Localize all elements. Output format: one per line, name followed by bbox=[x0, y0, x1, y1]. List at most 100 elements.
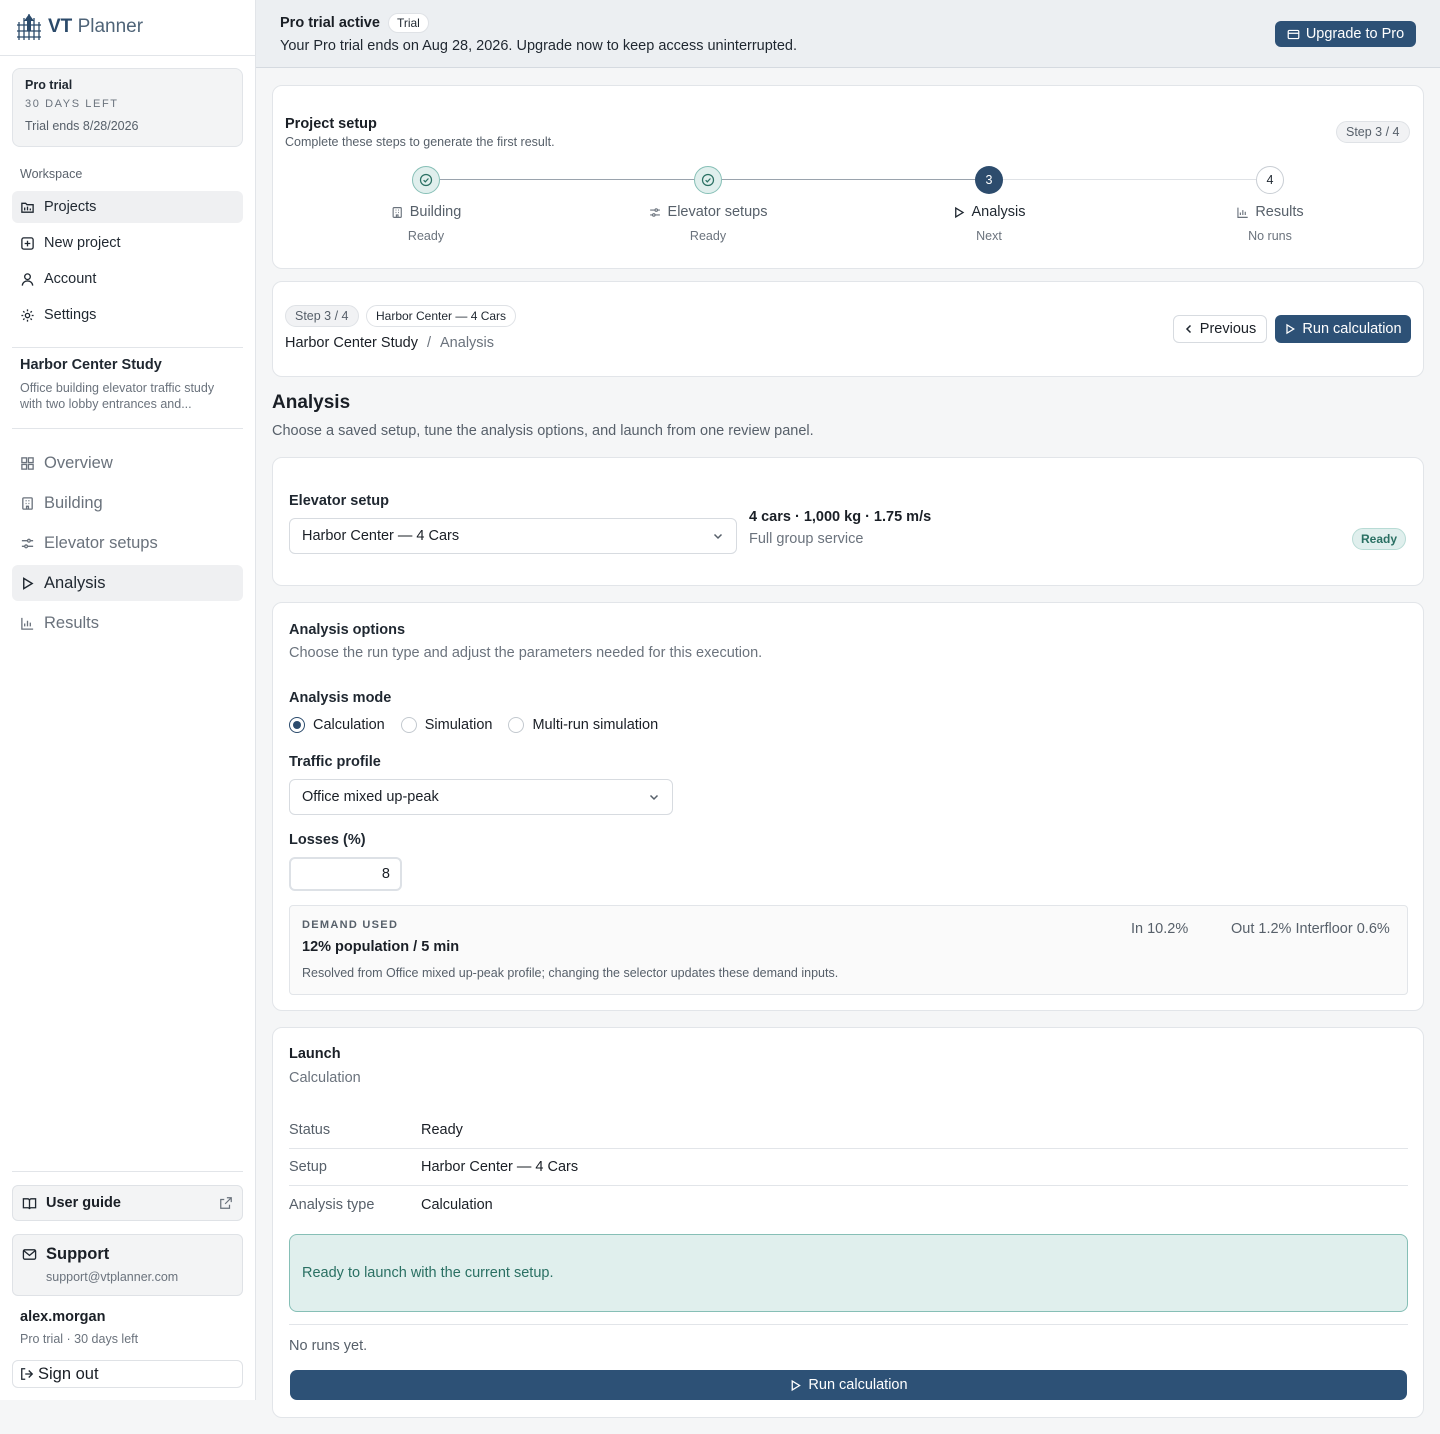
sidebar-item-new-project[interactable]: New project bbox=[12, 227, 243, 259]
sidebar-item-label: Elevator setups bbox=[44, 533, 158, 552]
launch-card: Launch Calculation Status Ready Setup Ha… bbox=[272, 1027, 1424, 1418]
elevator-setup-select[interactable]: Harbor Center — 4 Cars bbox=[289, 518, 737, 554]
mode-simulation-radio[interactable]: Simulation bbox=[400, 717, 492, 733]
support-card[interactable]: Support support@vtplanner.com bbox=[12, 1234, 243, 1296]
previous-button[interactable]: Previous bbox=[1173, 315, 1267, 343]
step-badge: Step 3 / 4 bbox=[1336, 121, 1410, 143]
user-name: alex.morgan bbox=[20, 1309, 106, 1325]
logo-icon bbox=[17, 14, 41, 40]
step-building-circle[interactable] bbox=[412, 166, 440, 194]
building-icon bbox=[392, 206, 402, 218]
trial-card: Pro trial 30 DAYS LEFT Trial ends 8/28/2… bbox=[12, 68, 243, 147]
context-bar: Step 3 / 4 Harbor Center — 4 Cars Harbor… bbox=[272, 281, 1424, 377]
breadcrumb: Harbor Center Study / Analysis bbox=[285, 335, 494, 351]
project-description: Office building elevator traffic study w… bbox=[20, 381, 215, 411]
radio-button[interactable] bbox=[400, 717, 417, 733]
sidebar-item-elevator-setups[interactable]: Elevator setups bbox=[12, 525, 243, 561]
external-link-icon bbox=[220, 1197, 232, 1209]
sidebar: VT Planner Pro trial 30 DAYS LEFT Trial … bbox=[0, 0, 256, 1400]
divider bbox=[289, 1324, 1408, 1325]
row-value: Ready bbox=[421, 1122, 463, 1138]
app-logo[interactable]: VT Planner bbox=[16, 12, 143, 42]
step-label-text: Analysis bbox=[971, 204, 1026, 220]
step-results-status: No runs bbox=[1248, 229, 1292, 243]
step-analysis-status: Next bbox=[976, 229, 1002, 243]
context-setup-badge: Harbor Center — 4 Cars bbox=[366, 305, 517, 327]
play-icon bbox=[23, 576, 34, 590]
setup-title: Project setup bbox=[285, 116, 377, 132]
gear-icon bbox=[21, 308, 34, 322]
elevator-setup-value: Harbor Center — 4 Cars bbox=[302, 528, 460, 544]
trial-banner: Pro trial active Trial Your Pro trial en… bbox=[256, 0, 1440, 68]
sidebar-item-projects[interactable]: Projects bbox=[12, 191, 243, 223]
sidebar-item-building[interactable]: Building bbox=[12, 485, 243, 521]
building-icon bbox=[22, 496, 33, 510]
trial-ends: Trial ends 8/28/2026 bbox=[25, 119, 139, 133]
bar-chart-icon bbox=[1237, 207, 1248, 218]
launch-title: Launch bbox=[289, 1046, 341, 1062]
breadcrumb-project[interactable]: Harbor Center Study bbox=[285, 335, 418, 351]
user-plan: Pro trial · 30 days left bbox=[20, 1332, 139, 1346]
breadcrumb-current: Analysis bbox=[440, 335, 495, 351]
radio-button[interactable] bbox=[508, 717, 525, 733]
bar-chart-icon bbox=[21, 617, 34, 630]
launch-subtitle: Calculation bbox=[289, 1070, 361, 1086]
step-elevator-label[interactable]: Elevator setups bbox=[649, 204, 768, 220]
sliders-icon bbox=[21, 538, 34, 548]
project-title: Harbor Center Study bbox=[20, 357, 162, 373]
play-icon bbox=[792, 1379, 802, 1391]
losses-input[interactable]: 8 bbox=[289, 857, 402, 891]
step-label-text: Elevator setups bbox=[667, 204, 768, 220]
radio-label: Calculation bbox=[313, 717, 385, 733]
user-icon bbox=[21, 272, 34, 286]
sidebar-item-overview[interactable]: Overview bbox=[12, 445, 243, 481]
upgrade-button[interactable]: Upgrade to Pro bbox=[1275, 21, 1416, 47]
previous-label: Previous bbox=[1199, 321, 1257, 337]
sidebar-item-label: Results bbox=[44, 613, 100, 632]
losses-label: Losses (%) bbox=[289, 832, 366, 848]
demand-value: 12% population / 5 min bbox=[302, 939, 460, 955]
elevator-setup-label: Elevator setup bbox=[289, 493, 389, 509]
trial-days-left: 30 DAYS LEFT bbox=[25, 98, 119, 110]
step-results-label[interactable]: Results bbox=[1236, 204, 1304, 220]
sidebar-item-label: Account bbox=[44, 271, 97, 287]
support-email[interactable]: support@vtplanner.com bbox=[46, 1270, 233, 1284]
sidebar-item-analysis[interactable]: Analysis bbox=[12, 565, 243, 601]
stepper-line bbox=[440, 179, 694, 180]
chevron-down-icon bbox=[649, 794, 659, 801]
banner-message: Your Pro trial ends on Aug 28, 2026. Upg… bbox=[280, 38, 797, 54]
user-guide-link[interactable]: User guide bbox=[12, 1185, 243, 1221]
step-results-circle[interactable]: 4 bbox=[1256, 166, 1284, 194]
step-label-text: Building bbox=[409, 204, 462, 220]
logo-bold: VT bbox=[48, 16, 73, 37]
run-calculation-button-top[interactable]: Run calculation bbox=[1275, 315, 1411, 343]
run-calculation-button[interactable]: Run calculation bbox=[290, 1370, 1407, 1400]
mode-calculation-radio[interactable]: Calculation bbox=[289, 717, 385, 733]
radio-button[interactable] bbox=[289, 717, 305, 733]
sidebar-item-settings[interactable]: Settings bbox=[12, 299, 243, 331]
step-building-label[interactable]: Building bbox=[391, 204, 462, 220]
status-badge: Ready bbox=[1352, 528, 1407, 550]
step-analysis-label[interactable]: Analysis bbox=[953, 204, 1026, 220]
mode-multirun-radio[interactable]: Multi-run simulation bbox=[508, 717, 658, 733]
elevator-service: Full group service bbox=[749, 531, 864, 547]
traffic-profile-value: Office mixed up-peak bbox=[302, 789, 439, 805]
credit-card-icon bbox=[1287, 29, 1300, 39]
chevron-left-icon bbox=[1185, 324, 1191, 334]
sign-out-button[interactable]: Sign out bbox=[12, 1360, 243, 1388]
traffic-profile-select[interactable]: Office mixed up-peak bbox=[289, 779, 673, 815]
sidebar-item-results[interactable]: Results bbox=[12, 605, 243, 641]
sidebar-item-account[interactable]: Account bbox=[12, 263, 243, 295]
run-label: Run calculation bbox=[808, 1377, 908, 1393]
check-circle-icon bbox=[419, 173, 433, 187]
trial-title: Pro trial bbox=[25, 78, 73, 92]
sidebar-item-label: Overview bbox=[44, 453, 113, 472]
demand-panel: DEMAND USED 12% population / 5 min Resol… bbox=[289, 905, 1408, 995]
step-analysis-circle[interactable]: 3 bbox=[975, 166, 1003, 194]
demand-in: In 10.2% bbox=[1131, 921, 1189, 937]
step-building-status: Ready bbox=[407, 229, 445, 243]
step-elevator-circle[interactable] bbox=[694, 166, 722, 194]
analysis-mode-group: Calculation Simulation Multi-run simulat… bbox=[289, 717, 674, 733]
stepper-line bbox=[1003, 179, 1256, 180]
demand-note: Resolved from Office mixed up-peak profi… bbox=[302, 966, 839, 980]
